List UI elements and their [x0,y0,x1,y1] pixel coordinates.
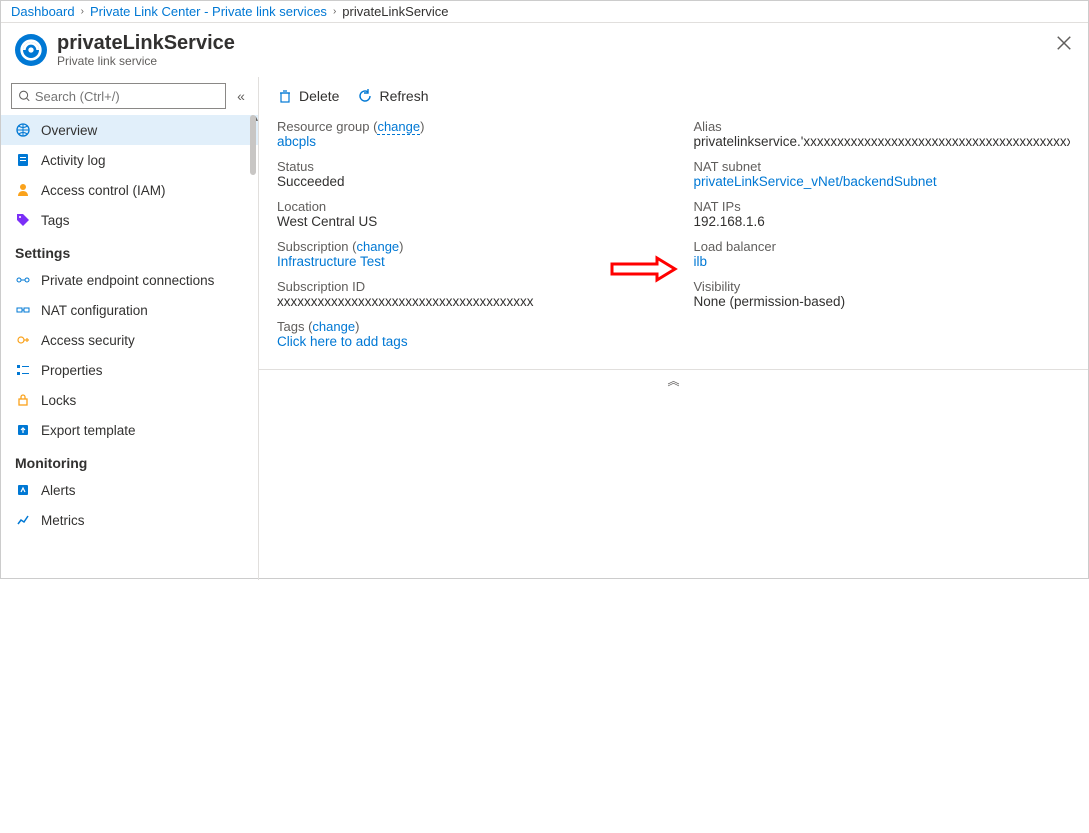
sidebar-item-label: Access security [41,333,135,348]
refresh-icon [357,88,373,104]
search-box[interactable] [11,83,226,109]
subscription-id-label: Subscription ID [277,279,654,294]
resource-group-value[interactable]: abcpls [277,134,316,149]
sidebar-item-label: Access control (IAM) [41,183,166,198]
sidebar-item-label: Metrics [41,513,85,528]
close-button[interactable] [1054,33,1074,53]
subscription-label: Subscription [277,239,349,254]
visibility-label: Visibility [694,279,1071,294]
sidebar-item-properties[interactable]: Properties [1,355,258,385]
sidebar-item-alerts[interactable]: Alerts [1,475,258,505]
properties-icon [15,362,31,378]
nat-subnet-value[interactable]: privateLinkService_vNet/backendSubnet [694,174,937,189]
sidebar-item-label: Properties [41,363,103,378]
trash-icon [277,88,293,104]
subscription-id-value: xxxxxxxxxxxxxxxxxxxxxxxxxxxxxxxxxxxxxx [277,294,654,309]
scrollbar-thumb[interactable] [250,115,256,175]
location-label: Location [277,199,654,214]
breadcrumb-current: privateLinkService [342,4,448,19]
refresh-label: Refresh [379,88,428,104]
properties-left-column: Resource group (change) abcpls Status Su… [277,119,654,359]
delete-label: Delete [299,88,339,104]
toolbar: Delete Refresh [259,77,1088,115]
sidebar-item-export-template[interactable]: Export template [1,415,258,445]
collapse-properties-button[interactable]: ︽ [259,370,1088,391]
sidebar-item-access-security[interactable]: Access security [1,325,258,355]
alias-value: privatelinkservice.'xxxxxxxxxxxxxxxxxxxx… [694,134,1071,149]
load-balancer-label: Load balancer [694,239,1071,254]
sidebar-section-monitoring: Monitoring [1,445,258,475]
shield-icon [15,332,31,348]
collapse-sidebar-button[interactable]: « [232,88,250,104]
delete-button[interactable]: Delete [277,88,339,104]
sidebar-item-locks[interactable]: Locks [1,385,258,415]
chevron-right-icon: › [333,6,336,17]
resource-icon [15,34,47,66]
sidebar-section-settings: Settings [1,235,258,265]
page-header: privateLinkService Private link service [1,23,1088,77]
resource-group-label: Resource group [277,119,370,134]
sidebar-item-metrics[interactable]: Metrics [1,505,258,535]
sidebar-item-label: Tags [41,213,70,228]
sidebar-item-overview[interactable]: Overview [1,115,258,145]
sidebar-item-access-control[interactable]: Access control (IAM) [1,175,258,205]
visibility-value: None (permission-based) [694,294,1071,309]
nat-subnet-label: NAT subnet [694,159,1071,174]
page-title: privateLinkService [57,32,235,54]
tags-label: Tags [277,319,304,334]
sidebar-item-tags[interactable]: Tags [1,205,258,235]
search-input[interactable] [35,89,219,104]
log-icon [15,152,31,168]
subscription-change-link[interactable]: change [357,239,400,254]
sidebar-item-label: NAT configuration [41,303,148,318]
breadcrumb: Dashboard › Private Link Center - Privat… [1,1,1088,23]
nat-ips-value: 192.168.1.6 [694,214,1071,229]
refresh-button[interactable]: Refresh [357,88,428,104]
resource-group-change-link[interactable]: change [377,119,420,135]
sidebar: « ▴ Overview Activity log Access control… [1,77,259,580]
tags-change-link[interactable]: change [312,319,355,334]
tag-icon [15,212,31,228]
endpoint-icon [15,272,31,288]
sidebar-item-label: Overview [41,123,97,138]
nat-icon [15,302,31,318]
sidebar-item-label: Export template [41,423,136,438]
page-subtitle: Private link service [57,54,235,68]
chevron-right-icon: › [81,6,84,17]
sidebar-item-private-endpoint[interactable]: Private endpoint connections [1,265,258,295]
lock-icon [15,392,31,408]
sidebar-item-nat-config[interactable]: NAT configuration [1,295,258,325]
properties-right-column: Alias privatelinkservice.'xxxxxxxxxxxxxx… [694,119,1071,359]
properties-panel: Resource group (change) abcpls Status Su… [259,115,1088,370]
search-icon [18,89,31,103]
nat-ips-label: NAT IPs [694,199,1071,214]
subscription-value[interactable]: Infrastructure Test [277,254,385,269]
sidebar-item-label: Alerts [41,483,76,498]
sidebar-item-label: Private endpoint connections [41,273,214,288]
sidebar-item-label: Locks [41,393,76,408]
metrics-icon [15,512,31,528]
status-label: Status [277,159,654,174]
tags-add-link[interactable]: Click here to add tags [277,334,408,349]
alerts-icon [15,482,31,498]
alias-label: Alias [694,119,1071,134]
location-value: West Central US [277,214,654,229]
export-icon [15,422,31,438]
load-balancer-value[interactable]: ilb [694,254,708,269]
breadcrumb-dashboard[interactable]: Dashboard [11,4,75,19]
scrollbar[interactable]: ▴ [248,115,258,580]
sidebar-item-label: Activity log [41,153,106,168]
breadcrumb-plc[interactable]: Private Link Center - Private link servi… [90,4,327,19]
main-content: Delete Refresh Resource group (change) a… [259,77,1088,580]
sidebar-nav: ▴ Overview Activity log Access control (… [1,115,258,580]
status-value: Succeeded [277,174,654,189]
sidebar-item-activity-log[interactable]: Activity log [1,145,258,175]
person-icon [15,182,31,198]
globe-icon [15,122,31,138]
